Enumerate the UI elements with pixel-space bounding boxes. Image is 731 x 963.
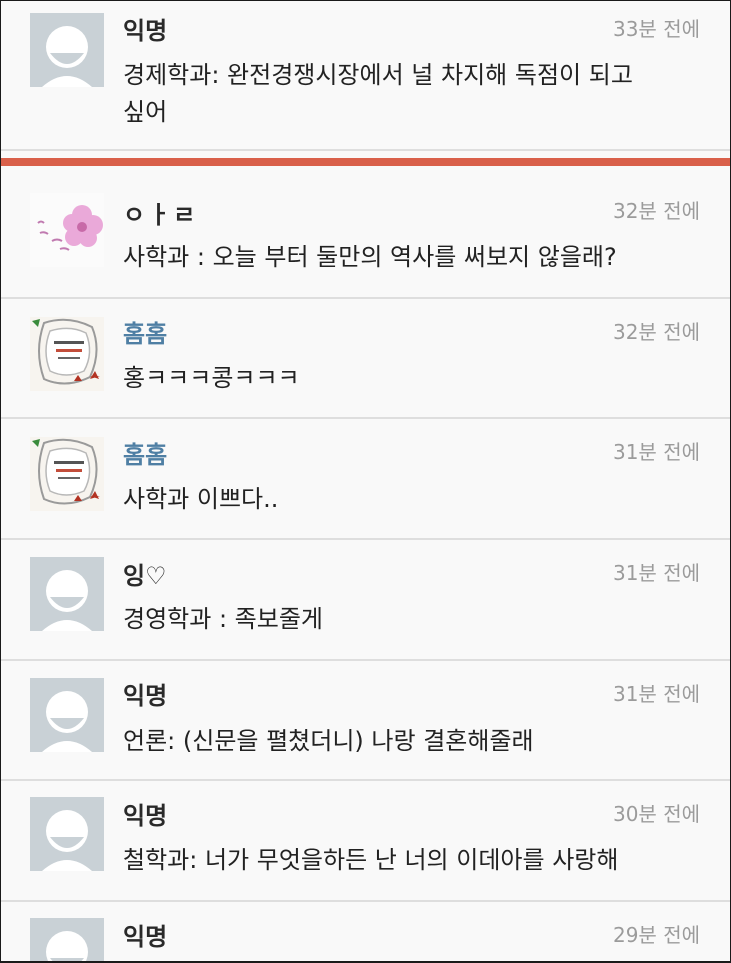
section-divider [1, 158, 730, 166]
default-avatar-icon[interactable] [30, 678, 104, 752]
comment-author[interactable]: 익명 [123, 922, 167, 952]
comment-text: 철학과: 너가 무엇을하든 난 너의 이데아를 사랑해 [123, 846, 619, 874]
comment-item: 익명 30분 전에 철학과: 너가 무엇을하든 난 너의 이데아를 사랑해 [1, 781, 730, 902]
default-avatar-icon[interactable] [30, 918, 104, 961]
comment-timestamp: 32분 전에 [612, 199, 700, 223]
default-avatar-icon[interactable] [30, 797, 104, 871]
comment-author[interactable]: 홈홈 [123, 440, 167, 470]
flower-avatar-icon[interactable] [30, 193, 104, 267]
comment-text: 경제학과: 완전경쟁시장에서 널 차지해 독점이 되고 싶어 [123, 61, 633, 126]
comment-author[interactable]: ㅇㅏㄹ [123, 200, 198, 230]
comment-author[interactable]: 익명 [123, 801, 167, 831]
comment-author[interactable]: 익명 [123, 681, 167, 711]
comment-item: 홈홈 31분 전에 사학과 이쁘다.. [1, 419, 730, 540]
comment-timestamp: 33분 전에 [612, 17, 700, 41]
comment-item: 잉♡ 31분 전에 경영학과 : 족보줄게 [1, 540, 730, 661]
comment-timestamp: 31분 전에 [612, 682, 700, 706]
comment-author[interactable]: 익명 [123, 16, 167, 46]
default-avatar-icon[interactable] [30, 13, 104, 87]
comment-author[interactable]: 잉♡ [123, 561, 167, 591]
comment-text: 사학과 : 오늘 부터 둘만의 역사를 써보지 않을래? [123, 243, 617, 271]
comment-item: 익명 29분 전에 [1, 902, 730, 961]
comment-text: 언론: (신문을 펼쳤더니) 나랑 결혼해줄래 [123, 727, 534, 755]
comment-timestamp: 31분 전에 [612, 561, 700, 585]
comment-timestamp: 32분 전에 [612, 320, 700, 344]
comment-item: 홈홈 32분 전에 홍ㅋㅋㅋ콩ㅋㅋㅋ [1, 299, 730, 419]
comment-item: ㅇㅏㄹ 32분 전에 사학과 : 오늘 부터 둘만의 역사를 써보지 않을래? [1, 176, 730, 299]
comment-text: 사학과 이쁘다.. [123, 485, 279, 513]
default-avatar-icon[interactable] [30, 557, 104, 631]
comment-timestamp: 30분 전에 [612, 802, 700, 826]
comment-timestamp: 29분 전에 [612, 923, 700, 947]
book-cover-avatar-icon[interactable] [30, 317, 104, 391]
comment-author[interactable]: 홈홈 [123, 319, 167, 349]
comment-text: 경영학과 : 족보줄게 [123, 605, 323, 633]
comment-timestamp: 31분 전에 [612, 440, 700, 464]
comment-item: 익명 33분 전에 경제학과: 완전경쟁시장에서 널 차지해 독점이 되고 싶어 [1, 1, 730, 151]
comment-list: 익명 33분 전에 경제학과: 완전경쟁시장에서 널 차지해 독점이 되고 싶어… [1, 1, 730, 961]
book-cover-avatar-icon[interactable] [30, 437, 104, 511]
comment-item: 익명 31분 전에 언론: (신문을 펼쳤더니) 나랑 결혼해줄래 [1, 661, 730, 781]
comment-text: 홍ㅋㅋㅋ콩ㅋㅋㅋ [123, 364, 300, 392]
